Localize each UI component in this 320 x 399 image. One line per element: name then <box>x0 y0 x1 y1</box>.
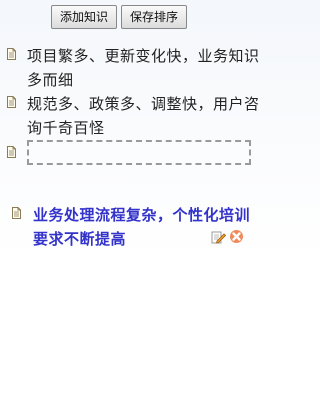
document-icon <box>7 96 16 108</box>
edit-icon[interactable] <box>211 229 226 244</box>
toolbar: 添加知识 保存排序 <box>51 5 188 29</box>
document-icon <box>7 146 16 158</box>
save-order-button[interactable]: 保存排序 <box>121 5 188 29</box>
delete-icon[interactable] <box>229 229 244 244</box>
list-item[interactable]: 规范多、政策多、调整快，用户咨询千奇百怪 <box>27 92 267 140</box>
document-icon <box>12 207 21 219</box>
item-actions <box>211 229 244 244</box>
document-icon <box>7 48 16 60</box>
add-knowledge-button[interactable]: 添加知识 <box>51 5 118 29</box>
drop-placeholder[interactable] <box>27 140 251 165</box>
list-item[interactable]: 项目繁多、更新变化快，业务知识多而细 <box>27 44 267 92</box>
